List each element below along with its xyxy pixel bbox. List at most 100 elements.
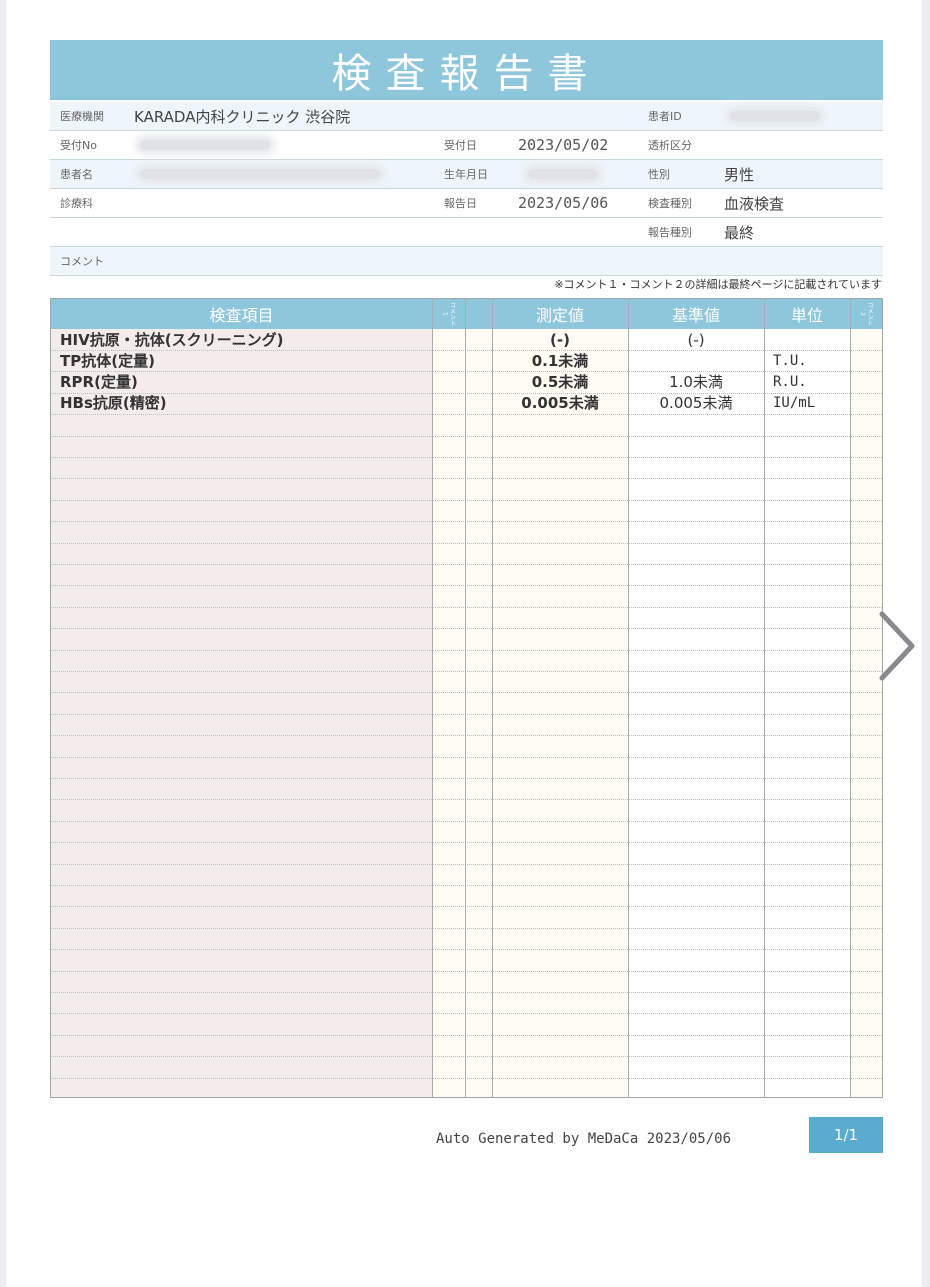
row-divider: [51, 500, 882, 501]
label-birth-date: 生年月日: [444, 168, 488, 181]
header-reference: 基準値: [671, 306, 720, 325]
row-divider: [51, 778, 882, 779]
row-reference-value: (-): [687, 330, 705, 349]
row-divider: [51, 735, 882, 736]
row-divider: [51, 650, 882, 651]
report-page: 検査報告書 医療機関 KARADA内科クリニック 渋谷院 患者ID 受付No 受…: [6, 0, 922, 1287]
row-item-name: HIV抗原・抗体(スクリーニング): [60, 331, 284, 349]
row-measured-value: (-): [550, 330, 570, 349]
value-reception-date: 2023/05/02: [518, 136, 609, 154]
row-divider: [51, 692, 882, 693]
page-number-badge: 1/1: [809, 1117, 883, 1153]
info-row-comment: コメント: [50, 247, 883, 276]
row-divider: [51, 885, 882, 886]
results-table: 検査項目 コメント1 測定値 基準値 単位 コメント2 HIV抗原・抗体(スクリ…: [50, 298, 883, 1098]
column-divider: [492, 299, 493, 1097]
row-divider: [51, 971, 882, 972]
column-divider: [628, 299, 629, 1097]
row-divider: [51, 1078, 882, 1079]
label-department: 診療科: [60, 197, 93, 210]
comment-note: ※コメント１・コメント２の詳細は最終ページに記載されています: [554, 278, 882, 291]
row-divider: [51, 842, 882, 843]
row-unit: IU/mL: [773, 394, 816, 411]
value-exam-type: 血液検査: [724, 194, 785, 213]
row-divider: [51, 478, 882, 479]
label-reception-no: 受付No: [60, 139, 97, 152]
item-column-bg: [51, 299, 432, 1097]
row-divider: [51, 436, 882, 437]
row-item-name: TP抗体(定量): [60, 352, 155, 370]
label-institution: 医療機関: [60, 110, 104, 123]
header-item: 検査項目: [209, 306, 274, 325]
value-report-type: 最終: [724, 223, 755, 242]
patient-info-section: 医療機関 KARADA内科クリニック 渋谷院 患者ID 受付No 受付日 202…: [50, 102, 883, 276]
row-unit: T.U.: [773, 352, 807, 369]
redacted-patient-name: [140, 160, 380, 188]
redacted-reception-no: [140, 131, 270, 159]
row-divider: [51, 928, 882, 929]
row-divider: [51, 564, 882, 565]
row-divider: [51, 906, 882, 907]
label-comment: コメント: [60, 255, 104, 268]
label-report-type: 報告種別: [648, 226, 692, 239]
row-reference-value: [628, 350, 764, 371]
value-sex: 男性: [724, 165, 755, 184]
row-divider: [51, 457, 882, 458]
info-row-department: 診療科 報告日 2023/05/06 検査種別 血液検査: [50, 189, 883, 218]
row-item-name: RPR(定量): [60, 373, 138, 391]
row-divider: [51, 799, 882, 800]
column-divider: [432, 299, 433, 1097]
row-divider: [51, 864, 882, 865]
column-divider: [764, 299, 765, 1097]
generated-by-text: Auto Generated by MeDaCa 2023/05/06: [436, 1131, 732, 1147]
table-row: HBs抗原(精密) 0.005未満 0.005未満 IU/mL: [51, 392, 882, 413]
row-divider: [51, 949, 882, 950]
chevron-right-icon[interactable]: [872, 606, 922, 686]
row-measured-value: 0.5未満: [531, 373, 589, 391]
table-row: TP抗体(定量) 0.1未満 T.U.: [51, 350, 882, 371]
row-divider: [51, 414, 882, 415]
info-row-patient-name: 患者名 生年月日 性別 男性: [50, 160, 883, 189]
row-divider: [51, 607, 882, 608]
value-report-date: 2023/05/06: [518, 194, 609, 212]
header-comment2: コメント2: [859, 302, 873, 326]
row-divider: [51, 543, 882, 544]
row-divider: [51, 757, 882, 758]
row-divider: [51, 714, 882, 715]
row-divider: [51, 1035, 882, 1036]
row-divider: [51, 628, 882, 629]
row-item-name: HBs抗原(精密): [60, 394, 167, 412]
column-divider: [850, 299, 851, 1097]
row-divider: [51, 1013, 882, 1014]
label-reception-date: 受付日: [444, 139, 477, 152]
value-institution: KARADA内科クリニック 渋谷院: [134, 107, 351, 126]
report-title: 検査報告書: [50, 40, 883, 100]
comment1-column-bg: [432, 299, 628, 1097]
label-patient-name: 患者名: [60, 168, 93, 181]
info-row-institution: 医療機関 KARADA内科クリニック 渋谷院 患者ID: [50, 102, 883, 131]
info-row-reception: 受付No 受付日 2023/05/02 透析区分: [50, 131, 883, 160]
label-exam-type: 検査種別: [648, 197, 692, 210]
row-divider: [51, 585, 882, 586]
row-measured-value: 0.1未満: [531, 352, 589, 370]
label-patient-id: 患者ID: [648, 110, 682, 123]
row-reference-value: 0.005未満: [659, 394, 733, 412]
row-divider: [51, 821, 882, 822]
label-report-date: 報告日: [444, 197, 477, 210]
table-row: RPR(定量) 0.5未満 1.0未満 R.U.: [51, 371, 882, 392]
row-divider: [51, 671, 882, 672]
row-divider: [51, 521, 882, 522]
redacted-birth-date: [528, 160, 598, 188]
table-row: HIV抗原・抗体(スクリーニング) (-) (-): [51, 329, 882, 350]
row-measured-value: 0.005未満: [521, 394, 599, 412]
redacted-patient-id: [730, 102, 820, 130]
comment2-column-bg: [850, 299, 882, 1097]
column-divider: [465, 299, 466, 1097]
header-comment1: コメント1: [441, 302, 456, 326]
header-measured: 測定値: [535, 306, 584, 325]
label-dialysis: 透析区分: [648, 139, 692, 152]
header-unit: 単位: [790, 306, 823, 325]
label-sex: 性別: [648, 168, 670, 181]
row-reference-value: 1.0未満: [669, 373, 723, 391]
row-divider: [51, 992, 882, 993]
